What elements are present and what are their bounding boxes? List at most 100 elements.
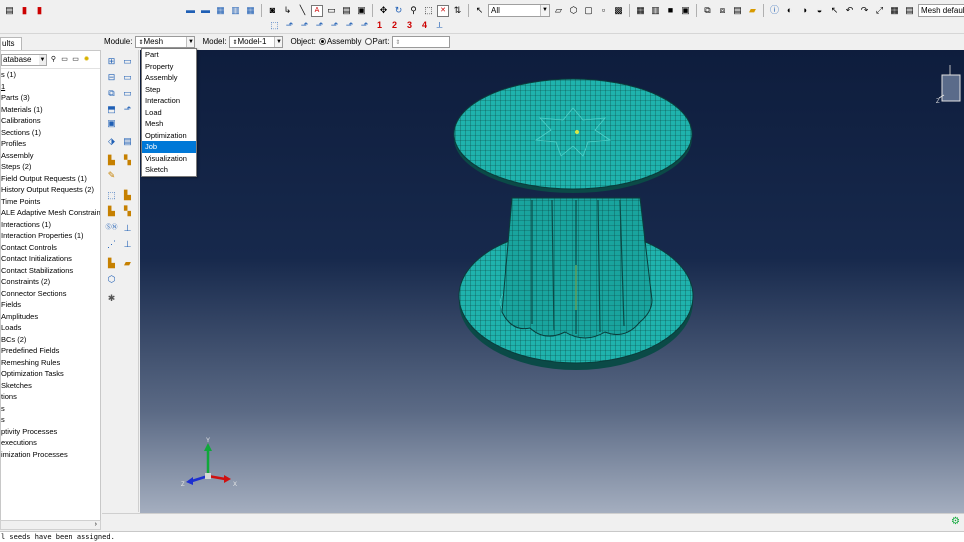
zoom-box-icon[interactable]: ⬚ bbox=[422, 4, 435, 17]
tree-item[interactable]: Amplitudes bbox=[1, 311, 100, 323]
save-view-icon[interactable]: ▤ bbox=[731, 4, 744, 17]
tree-item[interactable]: executions bbox=[1, 437, 100, 449]
partition-edge-icon[interactable]: ▙ bbox=[105, 154, 118, 167]
tree-item[interactable]: Parts (3) bbox=[1, 92, 100, 104]
mesh-part-icon[interactable]: ⧉ bbox=[105, 87, 118, 100]
viewpoint-xz-icon[interactable]: ⬏ bbox=[328, 19, 341, 32]
module-option-load[interactable]: Load bbox=[142, 107, 196, 119]
display-icon[interactable]: ▣ bbox=[355, 4, 368, 17]
tree-item[interactable]: Interactions (1) bbox=[1, 219, 100, 231]
assembly-radio[interactable]: Assembly bbox=[318, 37, 362, 46]
text-annotation-icon[interactable]: A bbox=[311, 4, 323, 17]
tree-item[interactable]: s bbox=[1, 414, 100, 426]
top-plate[interactable] bbox=[453, 78, 693, 193]
partition-cell-icon[interactable]: ✎ bbox=[105, 169, 118, 182]
tree-item[interactable]: Optimization Tasks bbox=[1, 368, 100, 380]
tree-item[interactable]: Materials (1) bbox=[1, 104, 100, 116]
tree-item[interactable]: Profiles bbox=[1, 138, 100, 150]
verify-mesh-icon[interactable]: ⬗ bbox=[105, 135, 118, 148]
view-1-button[interactable]: 1 bbox=[373, 19, 386, 32]
module-option-optimization[interactable]: Optimization bbox=[142, 130, 196, 142]
cycle-views-icon[interactable]: ⇅ bbox=[451, 4, 464, 17]
graphics-viewport[interactable]: Z Y Z X bbox=[140, 50, 964, 513]
tree-item[interactable]: Assembly bbox=[1, 150, 100, 162]
camera-icon[interactable]: ◙ bbox=[266, 4, 279, 17]
query-icon[interactable]: ↳ bbox=[281, 4, 294, 17]
select-node-icon[interactable]: ▫ bbox=[597, 4, 610, 17]
delete-seeds-icon[interactable]: ▭ bbox=[121, 71, 134, 84]
results-tab[interactable]: ults bbox=[0, 37, 22, 50]
tree-item[interactable]: Predefined Fields bbox=[1, 345, 100, 357]
tree-item[interactable]: imization Processes bbox=[1, 449, 100, 461]
selection-filter-select[interactable]: All ▼ bbox=[488, 4, 550, 17]
virtual-topology-icon[interactable]: ⬚ bbox=[105, 189, 118, 202]
edit-geometry-icon[interactable]: ▚ bbox=[121, 205, 134, 218]
view-top-icon[interactable]: ▬ bbox=[199, 4, 212, 17]
tree-item[interactable]: s bbox=[1, 403, 100, 415]
module-option-mesh[interactable]: Mesh bbox=[142, 118, 196, 130]
tree-item[interactable]: s (1) bbox=[1, 69, 100, 81]
datum-icon[interactable]: ⓈⓃ bbox=[105, 222, 118, 235]
collapse-icon[interactable]: ▭ bbox=[71, 53, 80, 66]
seed-instance-icon[interactable]: ⊟ bbox=[105, 71, 118, 84]
assign-mesh-icon[interactable]: ▣ bbox=[105, 117, 118, 130]
create-surface-icon[interactable]: ▰ bbox=[121, 257, 134, 270]
render-hidden-icon[interactable]: ▥ bbox=[649, 4, 662, 17]
tree-item[interactable]: BCs (2) bbox=[1, 334, 100, 346]
select-cell-icon[interactable]: ▢ bbox=[582, 4, 595, 17]
undo-icon[interactable]: ↶ bbox=[843, 4, 856, 17]
view-iso-icon[interactable]: ▦ bbox=[214, 4, 227, 17]
tree-item[interactable]: tions bbox=[1, 391, 100, 403]
edit-mesh-icon[interactable]: ▙ bbox=[105, 205, 118, 218]
view-3-button[interactable]: 3 bbox=[403, 19, 416, 32]
copy-icon[interactable]: ⧉ bbox=[701, 4, 714, 17]
repair-icon[interactable]: ▙ bbox=[121, 189, 134, 202]
element-type-icon[interactable]: ⬏ bbox=[121, 103, 134, 116]
remove-group-icon[interactable]: ◒ bbox=[813, 4, 826, 17]
viewpoint-y-icon[interactable]: ⬏ bbox=[298, 19, 311, 32]
report-icon[interactable]: ▭ bbox=[325, 4, 338, 17]
options-icon[interactable]: ▤ bbox=[903, 4, 916, 17]
new-file-icon[interactable]: ▤ bbox=[3, 4, 16, 17]
tree-item[interactable]: Interaction Properties (1) bbox=[1, 230, 100, 242]
query-tool-icon[interactable]: ⬡ bbox=[105, 273, 118, 286]
module-select[interactable]: ⇕Mesh ▼ bbox=[135, 35, 196, 48]
tree-item[interactable]: Connector Sections bbox=[1, 288, 100, 300]
module-option-job[interactable]: Job bbox=[142, 141, 196, 153]
replace-group-icon[interactable]: ◑ bbox=[798, 4, 811, 17]
module-option-assembly[interactable]: Assembly bbox=[142, 72, 196, 84]
render-shaded-icon[interactable]: ■ bbox=[664, 4, 677, 17]
view-side-icon[interactable]: ▥ bbox=[229, 4, 242, 17]
render-wire-icon[interactable]: ▦ bbox=[634, 4, 647, 17]
tree-item[interactable]: ptivity Processes bbox=[1, 426, 100, 438]
tree-item[interactable]: Calibrations bbox=[1, 115, 100, 127]
tree-item[interactable]: Remeshing Rules bbox=[1, 357, 100, 369]
view-2-button[interactable]: 2 bbox=[388, 19, 401, 32]
module-option-step[interactable]: Step bbox=[142, 84, 196, 96]
module-option-visualization[interactable]: Visualization bbox=[142, 153, 196, 165]
tree-item[interactable]: Sections (1) bbox=[1, 127, 100, 139]
create-set-icon[interactable]: ▙ bbox=[105, 257, 118, 270]
line-tool-icon[interactable]: ╲ bbox=[296, 4, 309, 17]
transform-icon[interactable]: ⤢ bbox=[873, 4, 886, 17]
viewpoint-iso-icon[interactable]: ⬏ bbox=[358, 19, 371, 32]
module-option-part[interactable]: Part bbox=[142, 49, 196, 61]
memory-icon[interactable]: ▦ bbox=[888, 4, 901, 17]
filter-icon[interactable]: ⚲ bbox=[49, 53, 58, 66]
pan-icon[interactable]: ✥ bbox=[377, 4, 390, 17]
tree-item[interactable]: Sketches bbox=[1, 380, 100, 392]
display-group-icon[interactable]: ◐ bbox=[783, 4, 796, 17]
viewpoint-xy-icon[interactable]: ⬚ bbox=[268, 19, 281, 32]
tree-item[interactable]: Contact Controls bbox=[1, 242, 100, 254]
tree-item[interactable]: 1 bbox=[1, 81, 100, 93]
folder-icon[interactable]: ▰ bbox=[746, 4, 759, 17]
select-edge-icon[interactable]: ▱ bbox=[552, 4, 565, 17]
render-style-select[interactable]: Mesh defaults▼ bbox=[918, 4, 964, 17]
part-select[interactable]: ⇕ bbox=[392, 35, 451, 48]
select-face-icon[interactable]: ⬡ bbox=[567, 4, 580, 17]
table-icon[interactable]: ▤ bbox=[340, 4, 353, 17]
rotate-icon[interactable]: ↻ bbox=[392, 4, 405, 17]
mesh-controls-icon[interactable]: ⬒ bbox=[105, 103, 118, 116]
fluted-column[interactable] bbox=[501, 197, 653, 339]
viewpoint-z-icon[interactable]: ⬏ bbox=[313, 19, 326, 32]
